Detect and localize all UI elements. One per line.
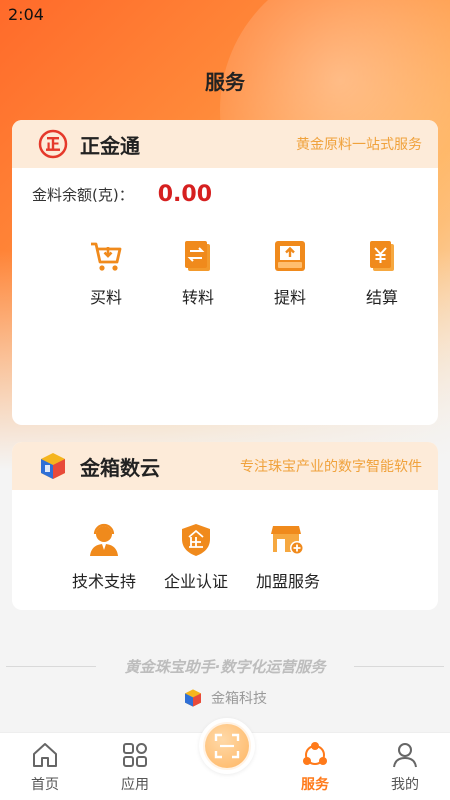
withdraw-material-button[interactable]: 提料: [244, 236, 336, 308]
inbox-tray-icon: [270, 236, 310, 276]
user-icon: [388, 738, 422, 772]
tab-mine[interactable]: 我的: [360, 733, 450, 800]
settlement-label: 结算: [365, 288, 398, 307]
yuan-bill-icon: [362, 236, 402, 276]
shopping-cart-icon: [86, 236, 126, 276]
footer-brand-name: 金箱科技: [211, 691, 267, 707]
home-icon: [28, 738, 62, 772]
zhengjintong-subtitle: 黄金原料一站式服务: [296, 137, 422, 153]
footer-slogan: 黄金珠宝助手·数字化运营服务: [0, 656, 450, 677]
enterprise-cert-button[interactable]: 企业认证: [150, 520, 242, 592]
status-bar: 2:04: [0, 0, 450, 30]
scan-icon: [205, 724, 249, 768]
jinxiang-card-header[interactable]: 金箱数云 专注珠宝产业的数字智能软件: [12, 442, 438, 490]
page-title: 服务: [205, 70, 245, 94]
franchise-service-label: 加盟服务: [255, 572, 320, 591]
tab-mine-label: 我的: [391, 777, 419, 793]
buy-material-label: 买料: [89, 288, 122, 307]
tab-home-label: 首页: [31, 777, 59, 793]
jinxiang-actions: 技术支持 企业认证 加盟服务: [12, 520, 438, 592]
tech-support-button[interactable]: 技术支持: [58, 520, 150, 592]
zhengjintong-card-header[interactable]: 正金通 黄金原料一站式服务: [12, 120, 438, 168]
settlement-button[interactable]: 结算: [336, 236, 428, 308]
transfer-material-label: 转料: [181, 288, 214, 307]
gold-balance-row: 金料余额(克)： 0.00: [32, 182, 212, 207]
brand-logo-icon: [185, 689, 201, 707]
support-agent-icon: [84, 520, 124, 560]
zhengjintong-card: 正金通 黄金原料一站式服务 金料余额(克)： 0.00 买料 转料 提料 结算: [12, 120, 438, 425]
zhengjintong-title: 正金通: [80, 133, 140, 158]
franchise-service-button[interactable]: 加盟服务: [242, 520, 334, 592]
tab-service-label: 服务: [301, 777, 329, 793]
gold-balance-label: 金料余额(克)：: [32, 186, 134, 204]
tab-apps-label: 应用: [121, 777, 149, 793]
footer-brand: 金箱科技: [0, 688, 450, 708]
zhengjintong-logo-icon: [38, 129, 68, 159]
service-nodes-icon: [298, 738, 332, 772]
tab-apps[interactable]: 应用: [90, 733, 180, 800]
status-time: 2:04: [8, 5, 44, 24]
jinxiang-title: 金箱数云: [80, 455, 160, 480]
enterprise-shield-icon: [176, 520, 216, 560]
buy-material-button[interactable]: 买料: [60, 236, 152, 308]
withdraw-material-label: 提料: [273, 288, 306, 307]
storefront-add-icon: [268, 520, 308, 560]
jinxiang-subtitle: 专注珠宝产业的数字智能软件: [240, 459, 422, 475]
jinxiang-logo-icon: [41, 453, 65, 479]
tech-support-label: 技术支持: [71, 572, 136, 591]
transfer-material-button[interactable]: 转料: [152, 236, 244, 308]
scan-button[interactable]: [199, 718, 255, 774]
transfer-icon: [178, 236, 218, 276]
enterprise-cert-label: 企业认证: [163, 572, 228, 591]
tab-home[interactable]: 首页: [0, 733, 90, 800]
jinxiang-card: 金箱数云 专注珠宝产业的数字智能软件 技术支持 企业认证 加盟服务: [12, 442, 438, 610]
gold-balance-value: 0.00: [157, 182, 212, 207]
apps-grid-icon: [118, 738, 152, 772]
tab-service[interactable]: 服务: [270, 733, 360, 800]
zhengjintong-actions: 买料 转料 提料 结算: [12, 236, 438, 308]
